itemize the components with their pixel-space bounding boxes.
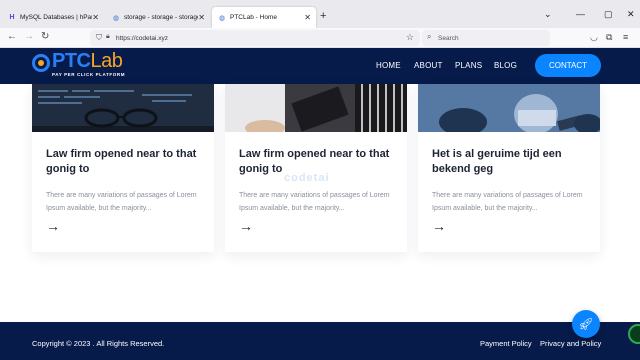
blog-card[interactable]: Het is al geruime tijd een bekend geg Th…: [418, 84, 600, 252]
payment-policy-link[interactable]: Payment Policy: [480, 339, 532, 348]
shield-icon[interactable]: ⛉: [96, 33, 102, 43]
url-text[interactable]: https://codetai.xyz: [116, 35, 168, 42]
logo-tagline: PAY PER CLICK PLATFORM: [52, 72, 126, 77]
nav-about[interactable]: ABOUT: [414, 61, 443, 70]
back-arrow-icon[interactable]: ←: [7, 31, 17, 42]
reload-icon[interactable]: ↻: [41, 31, 49, 42]
scroll-top-rocket-icon[interactable]: 🚀︎: [572, 310, 600, 338]
nav-blog[interactable]: BLOG: [494, 61, 517, 70]
copyright-text: Copyright © 2023 . All Rights Reserved.: [32, 339, 165, 348]
bookmark-star-icon[interactable]: ☆: [406, 32, 414, 43]
window-close-button[interactable]: ✕: [627, 9, 635, 20]
card-title[interactable]: Het is al geruime tijd een bekend geg: [432, 147, 592, 177]
tab-list-chevron-icon[interactable]: ⌄: [544, 9, 552, 20]
close-icon[interactable]: ✕: [304, 13, 311, 22]
tab-label: storage - storage - storage - sto: [124, 14, 198, 21]
site-logo[interactable]: PTCLab: [52, 50, 123, 73]
nav-home[interactable]: HOME: [376, 61, 401, 70]
close-icon[interactable]: ✕: [92, 13, 99, 22]
blog-card[interactable]: Law firm opened near to that gonig to Th…: [32, 84, 214, 252]
logo-accent: Lab: [90, 50, 123, 72]
hpanel-icon: H: [9, 14, 15, 21]
card-image-business-team[interactable]: [418, 84, 600, 132]
arrow-right-icon[interactable]: →: [432, 218, 446, 234]
tab-label: MySQL Databases | hPanel: [20, 14, 92, 21]
logo-main: PTC: [52, 50, 91, 72]
tab-label: PTCLab - Home: [230, 14, 277, 21]
arrow-right-icon[interactable]: →: [46, 218, 60, 234]
menu-icon[interactable]: ≡: [623, 32, 628, 42]
blog-card[interactable]: Law firm opened near to that gonig to Th…: [225, 84, 407, 252]
nav-plans[interactable]: PLANS: [455, 61, 482, 70]
new-tab-button[interactable]: +: [320, 10, 326, 22]
search-input[interactable]: ⌕ Search: [422, 30, 550, 46]
tab-ptclab-home[interactable]: ◍ PTCLab - Home ✕: [212, 7, 316, 28]
card-image-code-screens[interactable]: [32, 84, 214, 132]
card-excerpt: There are many variations of passages of…: [239, 192, 390, 212]
globe-icon: ◍: [112, 14, 120, 22]
watermark: codetai: [284, 172, 330, 184]
maximize-button[interactable]: ▢: [604, 9, 613, 20]
privacy-policy-link[interactable]: Privacy and Policy: [540, 339, 601, 348]
tab-mysql-databases[interactable]: H MySQL Databases | hPanel ✕: [2, 7, 104, 28]
arrow-right-icon[interactable]: →: [239, 218, 253, 234]
forward-arrow-icon[interactable]: →: [24, 31, 34, 42]
pocket-icon[interactable]: ◡: [590, 32, 598, 43]
browser-tab-bar: H MySQL Databases | hPanel ✕ ◍ storage -…: [0, 0, 640, 28]
card-excerpt: There are many variations of passages of…: [46, 192, 197, 212]
logo-target-icon[interactable]: [32, 54, 50, 72]
search-placeholder: Search: [438, 34, 459, 42]
card-excerpt: There are many variations of passages of…: [432, 192, 583, 212]
search-icon: ⌕: [427, 32, 432, 41]
browser-nav-bar: ← → ↻ ⛉ 🔒︎ https://codetai.xyz ☆ ⌕ Searc…: [0, 28, 640, 48]
address-bar[interactable]: ⛉ 🔒︎ https://codetai.xyz ☆: [90, 30, 420, 46]
lock-icon[interactable]: 🔒︎: [106, 33, 110, 41]
minimize-button[interactable]: —: [576, 9, 585, 19]
card-image-office-machine[interactable]: [225, 84, 407, 132]
extensions-icon[interactable]: ⧉: [606, 32, 612, 43]
tab-storage[interactable]: ◍ storage - storage - storage - sto ✕: [106, 7, 210, 28]
close-icon[interactable]: ✕: [198, 13, 205, 22]
globe-icon: ◍: [218, 14, 226, 22]
card-title[interactable]: Law firm opened near to that gonig to: [46, 147, 206, 177]
contact-button[interactable]: CONTACT: [535, 54, 601, 77]
